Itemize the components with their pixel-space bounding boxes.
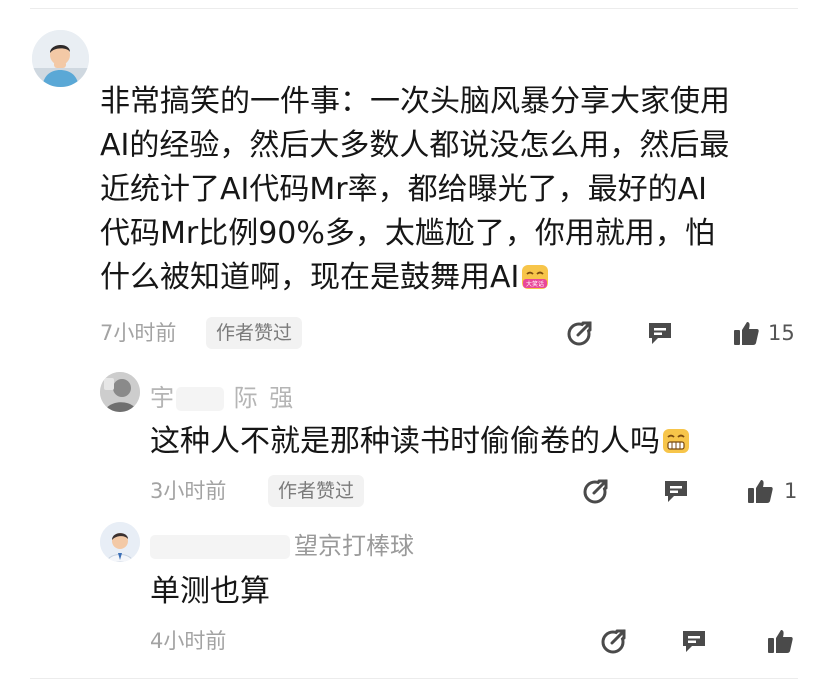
- timestamp: 7小时前: [100, 321, 177, 345]
- comment-text: 这种人不就是那种读书时偷偷卷的人吗: [150, 420, 790, 464]
- author-liked-badge: 作者赞过: [268, 475, 365, 507]
- thumbs-up-icon[interactable]: [766, 627, 794, 655]
- thumbs-up-icon[interactable]: [732, 319, 760, 347]
- comment-meta: 4小时前: [0, 624, 828, 658]
- author-liked-badge: 作者赞过: [206, 317, 303, 349]
- laughing-emoji-icon: 大笑话: [521, 263, 549, 291]
- comment-text: 单测也算: [150, 574, 270, 609]
- reply-icon[interactable]: [646, 319, 674, 347]
- username[interactable]: 望京打棒球: [150, 526, 414, 561]
- grinning-emoji-icon: [662, 427, 690, 455]
- like-count: 1: [784, 479, 798, 503]
- reply-icon[interactable]: [662, 477, 690, 505]
- timestamp: 4小时前: [150, 629, 227, 653]
- avatar[interactable]: [100, 522, 140, 562]
- timestamp: 3小时前: [150, 479, 227, 503]
- thumbs-up-icon[interactable]: [746, 477, 774, 505]
- share-icon[interactable]: [566, 319, 594, 347]
- username[interactable]: 宇 际 强: [150, 378, 295, 413]
- avatar[interactable]: [32, 30, 89, 87]
- comment-thread: 非常搞笑的一件事：一次头脑风暴分享大家使用 AI的经验，然后大多数人都说没怎么用…: [0, 0, 828, 695]
- comment-text-last-line: 什么被知道啊，现在是鼓舞用AI: [100, 260, 520, 295]
- reply-icon[interactable]: [680, 627, 708, 655]
- divider: [30, 8, 798, 9]
- divider: [30, 678, 798, 679]
- comment-meta: 7小时前 作者赞过 15: [0, 316, 828, 350]
- comment-text: 非常搞笑的一件事：一次头脑风暴分享大家使用 AI的经验，然后大多数人都说没怎么用…: [100, 84, 730, 295]
- share-icon[interactable]: [600, 627, 628, 655]
- like-count: 15: [768, 321, 795, 345]
- avatar[interactable]: [100, 372, 140, 412]
- comment-meta: 3小时前 作者赞过 1: [0, 474, 828, 508]
- share-icon[interactable]: [582, 477, 610, 505]
- svg-text:大笑话: 大笑话: [526, 280, 544, 288]
